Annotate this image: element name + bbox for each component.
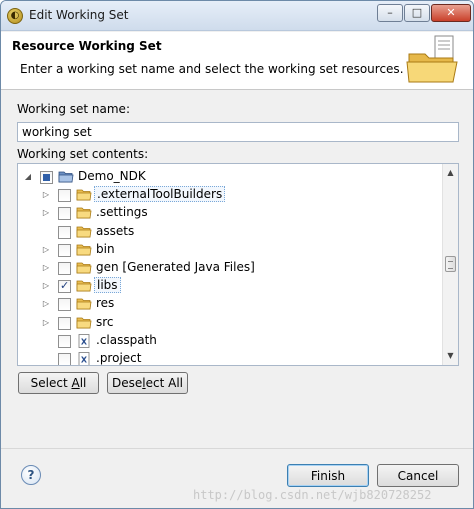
footer-separator: [1, 448, 473, 449]
tree-item-res[interactable]: ▷ res: [18, 295, 442, 313]
item-checkbox[interactable]: [58, 316, 71, 330]
tree-item-classpath[interactable]: X .classpath: [18, 332, 442, 350]
tree-item-gen-generated-java-files[interactable]: ▷ gen [Generated Java Files]: [18, 259, 442, 277]
tree-item-label: src: [96, 314, 114, 329]
scroll-down-icon[interactable]: ▼: [445, 349, 456, 363]
tree-item-libs[interactable]: ▷ libs: [18, 277, 442, 295]
item-checkbox[interactable]: [58, 353, 71, 365]
item-checkbox[interactable]: [58, 207, 71, 221]
expand-arrow-icon[interactable]: ▷: [42, 318, 50, 328]
expand-arrow-icon[interactable]: ▷: [42, 299, 50, 309]
select-all-button[interactable]: Select All: [18, 372, 99, 394]
folder-icon: [76, 206, 92, 220]
item-checkbox[interactable]: [40, 171, 53, 184]
tree-item-src[interactable]: ▷ src: [18, 314, 442, 332]
tree-item-label: assets: [96, 223, 135, 238]
folder-icon: [76, 316, 92, 330]
tree-item-bin[interactable]: ▷ bin: [18, 241, 442, 259]
deselect-all-button[interactable]: Deselect All: [107, 372, 188, 394]
maximize-button[interactable]: □: [404, 4, 430, 22]
xml-file-icon: X: [76, 333, 92, 348]
working-set-name-input[interactable]: [17, 122, 459, 142]
tree-item-label: .project: [96, 351, 142, 365]
tree-item-demo-ndk[interactable]: ◢ Demo_NDK: [18, 168, 442, 186]
folder-icon: [76, 225, 92, 239]
finish-button[interactable]: Finish: [287, 464, 369, 487]
folder-icon: [76, 261, 92, 275]
wizard-header: Resource Working Set Enter a working set…: [1, 32, 473, 90]
item-checkbox[interactable]: [58, 243, 71, 257]
item-checkbox[interactable]: [58, 189, 71, 203]
item-checkbox[interactable]: [58, 298, 71, 312]
item-checkbox[interactable]: [58, 279, 71, 294]
scroll-thumb[interactable]: [445, 256, 456, 272]
item-checkbox[interactable]: [58, 225, 71, 239]
window-title: Edit Working Set: [29, 8, 129, 22]
tree-item-settings[interactable]: ▷ .settings: [18, 204, 442, 222]
edit-working-set-dialog: ◐ Edit Working Set – □ ✕ Resource Workin…: [0, 0, 474, 509]
folder-icon: [76, 279, 92, 293]
expand-arrow-icon[interactable]: ▷: [42, 245, 50, 255]
folder-icon: [76, 243, 92, 257]
scroll-up-icon[interactable]: ▲: [445, 166, 456, 180]
minimize-button[interactable]: –: [377, 4, 403, 22]
eclipse-icon: ◐: [7, 8, 23, 24]
name-field-label: Working set name:: [17, 102, 130, 116]
expand-arrow-icon[interactable]: ▷: [42, 281, 50, 291]
project-folder-icon: [58, 170, 74, 184]
expand-arrow-icon[interactable]: ▷: [42, 208, 50, 218]
contents-label: Working set contents:: [17, 147, 149, 161]
expand-arrow-icon[interactable]: ▷: [42, 190, 50, 200]
item-checkbox[interactable]: [58, 262, 71, 275]
tree-item-label: bin: [96, 241, 115, 256]
tree-item-label: Demo_NDK: [78, 169, 146, 183]
expand-arrow-icon[interactable]: ▷: [42, 263, 50, 273]
tree-item-label: .externalToolBuilders: [94, 186, 226, 203]
close-button[interactable]: ✕: [431, 4, 471, 22]
collapse-arrow-icon[interactable]: ◢: [24, 172, 32, 182]
contents-tree[interactable]: X .project X .classpath ▷ src ▷ res ▷ libs ▷ gen [G…: [17, 163, 459, 366]
item-checkbox[interactable]: [58, 334, 71, 348]
tree-item-externaltoolbuilders[interactable]: ▷ .externalToolBuilders: [18, 186, 442, 204]
tree-item-label: gen [Generated Java Files]: [96, 260, 255, 274]
svg-text:X: X: [81, 337, 88, 346]
tree-item-label: libs: [94, 277, 121, 294]
tree-item-label: .settings: [96, 205, 148, 220]
help-icon[interactable]: ?: [21, 465, 41, 485]
tree-item-label: .classpath: [96, 332, 157, 347]
title-bar[interactable]: ◐ Edit Working Set – □ ✕: [1, 1, 473, 31]
svg-text:X: X: [81, 356, 88, 365]
working-set-folder-icon: [406, 35, 458, 83]
page-description: Enter a working set name and select the …: [20, 62, 404, 76]
tree-item-project[interactable]: X .project: [18, 350, 442, 365]
folder-icon: [76, 297, 92, 311]
folder-icon: [76, 188, 92, 202]
xml-file-icon: X: [76, 352, 92, 365]
watermark-text: http://blog.csdn.net/wjb820728252: [193, 488, 432, 502]
tree-item-assets[interactable]: assets: [18, 223, 442, 241]
tree-item-label: res: [96, 296, 115, 311]
page-title: Resource Working Set: [12, 39, 162, 53]
tree-vertical-scrollbar[interactable]: ▲ ▼: [442, 164, 458, 365]
cancel-button[interactable]: Cancel: [377, 464, 459, 487]
